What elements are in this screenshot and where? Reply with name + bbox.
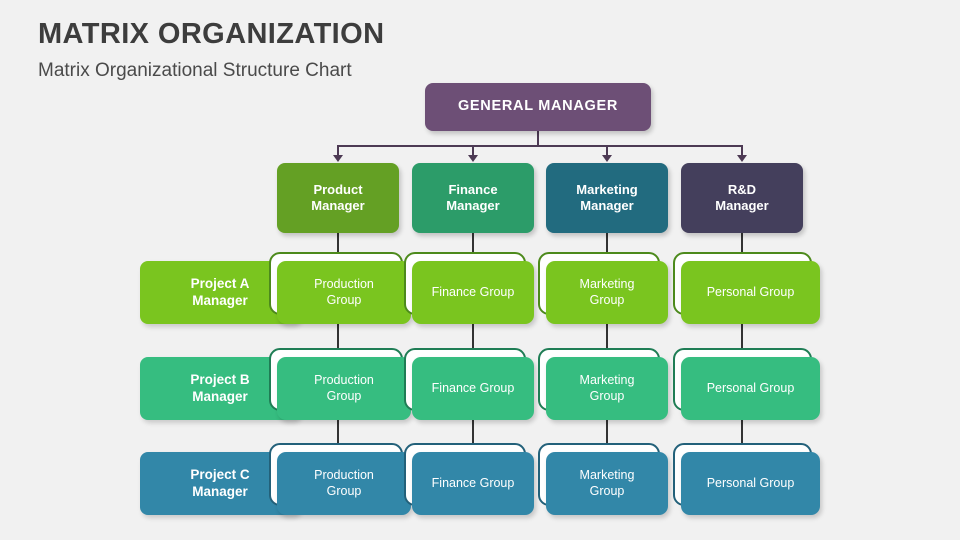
group-cell-body: Production Group bbox=[277, 452, 411, 515]
group-cell-body: Production Group bbox=[277, 357, 411, 420]
column-spine-3 bbox=[606, 420, 608, 443]
group-cell-b-production[interactable]: Production Group bbox=[269, 348, 411, 420]
column-spine-1 bbox=[337, 420, 339, 443]
group-cell-label-line1: Marketing bbox=[579, 372, 635, 387]
group-cell-body: Personal Group bbox=[681, 452, 820, 515]
group-cell-label-line1: Production bbox=[314, 467, 374, 482]
column-spine-4 bbox=[741, 324, 743, 348]
group-cell-body: Finance Group bbox=[412, 261, 534, 324]
group-cell-label-line1: Finance Group bbox=[431, 475, 515, 490]
group-cell-body: Personal Group bbox=[681, 261, 820, 324]
column-spine-3 bbox=[606, 233, 608, 252]
column-spine-1 bbox=[337, 233, 339, 252]
group-cell-body: Marketing Group bbox=[546, 261, 668, 324]
connector-horizontal-bus bbox=[338, 145, 742, 147]
page-title: MATRIX ORGANIZATION bbox=[38, 18, 385, 50]
group-cell-b-finance[interactable]: Finance Group bbox=[404, 348, 534, 420]
project-manager-label-line2: Manager bbox=[192, 388, 248, 404]
group-cell-c-finance[interactable]: Finance Group bbox=[404, 443, 534, 515]
connector-arrow-1 bbox=[333, 155, 343, 162]
group-cell-label-line2: Group bbox=[589, 483, 625, 498]
group-cell-body: Finance Group bbox=[412, 357, 534, 420]
group-cell-label-line1: Personal Group bbox=[706, 475, 795, 490]
connector-arrow-3 bbox=[602, 155, 612, 162]
group-cell-c-personal[interactable]: Personal Group bbox=[673, 443, 820, 515]
column-spine-2 bbox=[472, 420, 474, 443]
column-spine-4 bbox=[741, 420, 743, 443]
project-manager-label-line2: Manager bbox=[192, 292, 248, 308]
group-cell-body: Marketing Group bbox=[546, 357, 668, 420]
project-manager-label-line1: Project A bbox=[190, 276, 250, 292]
column-spine-3 bbox=[606, 324, 608, 348]
project-manager-label-line1: Project B bbox=[190, 372, 250, 388]
general-manager-node[interactable]: GENERAL MANAGER bbox=[425, 83, 651, 131]
connector-gm-stem bbox=[537, 131, 539, 145]
manager-label-line1: Marketing bbox=[576, 182, 638, 198]
group-cell-b-personal[interactable]: Personal Group bbox=[673, 348, 820, 420]
group-cell-label-line2: Group bbox=[326, 483, 362, 498]
group-cell-label-line1: Marketing bbox=[579, 467, 635, 482]
project-manager-label-line2: Manager bbox=[192, 483, 248, 499]
group-cell-label-line2: Group bbox=[589, 292, 625, 307]
group-cell-label-line1: Marketing bbox=[579, 276, 635, 291]
column-spine-4 bbox=[741, 233, 743, 252]
manager-label-line1: Product bbox=[313, 182, 363, 198]
group-cell-body: Finance Group bbox=[412, 452, 534, 515]
group-cell-label-line1: Finance Group bbox=[431, 284, 515, 299]
column-spine-2 bbox=[472, 324, 474, 348]
group-cell-label-line1: Finance Group bbox=[431, 380, 515, 395]
group-cell-body: Marketing Group bbox=[546, 452, 668, 515]
manager-label-line1: R&D bbox=[727, 182, 757, 198]
group-cell-a-production[interactable]: Production Group bbox=[269, 252, 411, 324]
manager-node-product[interactable]: Product Manager bbox=[277, 163, 399, 233]
group-cell-label-line1: Personal Group bbox=[706, 380, 795, 395]
group-cell-c-marketing[interactable]: Marketing Group bbox=[538, 443, 668, 515]
group-cell-label-line1: Production bbox=[314, 372, 374, 387]
group-cell-c-production[interactable]: Production Group bbox=[269, 443, 411, 515]
page-subtitle: Matrix Organizational Structure Chart bbox=[38, 60, 352, 81]
connector-arrow-4 bbox=[737, 155, 747, 162]
column-spine-1 bbox=[337, 324, 339, 348]
column-spine-2 bbox=[472, 233, 474, 252]
manager-node-rd[interactable]: R&D Manager bbox=[681, 163, 803, 233]
manager-node-finance[interactable]: Finance Manager bbox=[412, 163, 534, 233]
project-manager-label-line1: Project C bbox=[190, 467, 250, 483]
manager-node-marketing[interactable]: Marketing Manager bbox=[546, 163, 668, 233]
slide-canvas: MATRIX ORGANIZATION Matrix Organizationa… bbox=[0, 0, 960, 540]
group-cell-a-personal[interactable]: Personal Group bbox=[673, 252, 820, 324]
manager-label-line2: Manager bbox=[311, 198, 365, 213]
group-cell-b-marketing[interactable]: Marketing Group bbox=[538, 348, 668, 420]
group-cell-body: Personal Group bbox=[681, 357, 820, 420]
manager-label-line1: Finance bbox=[448, 182, 498, 198]
connector-arrow-2 bbox=[468, 155, 478, 162]
manager-label-line2: Manager bbox=[446, 198, 500, 213]
general-manager-label: GENERAL MANAGER bbox=[457, 98, 619, 115]
manager-label-line2: Manager bbox=[580, 198, 634, 213]
group-cell-a-finance[interactable]: Finance Group bbox=[404, 252, 534, 324]
group-cell-body: Production Group bbox=[277, 261, 411, 324]
group-cell-label-line2: Group bbox=[326, 388, 362, 403]
manager-label-line2: Manager bbox=[715, 198, 769, 213]
group-cell-label-line1: Personal Group bbox=[706, 284, 795, 299]
group-cell-label-line1: Production bbox=[314, 276, 374, 291]
group-cell-a-marketing[interactable]: Marketing Group bbox=[538, 252, 668, 324]
group-cell-label-line2: Group bbox=[326, 292, 362, 307]
group-cell-label-line2: Group bbox=[589, 388, 625, 403]
